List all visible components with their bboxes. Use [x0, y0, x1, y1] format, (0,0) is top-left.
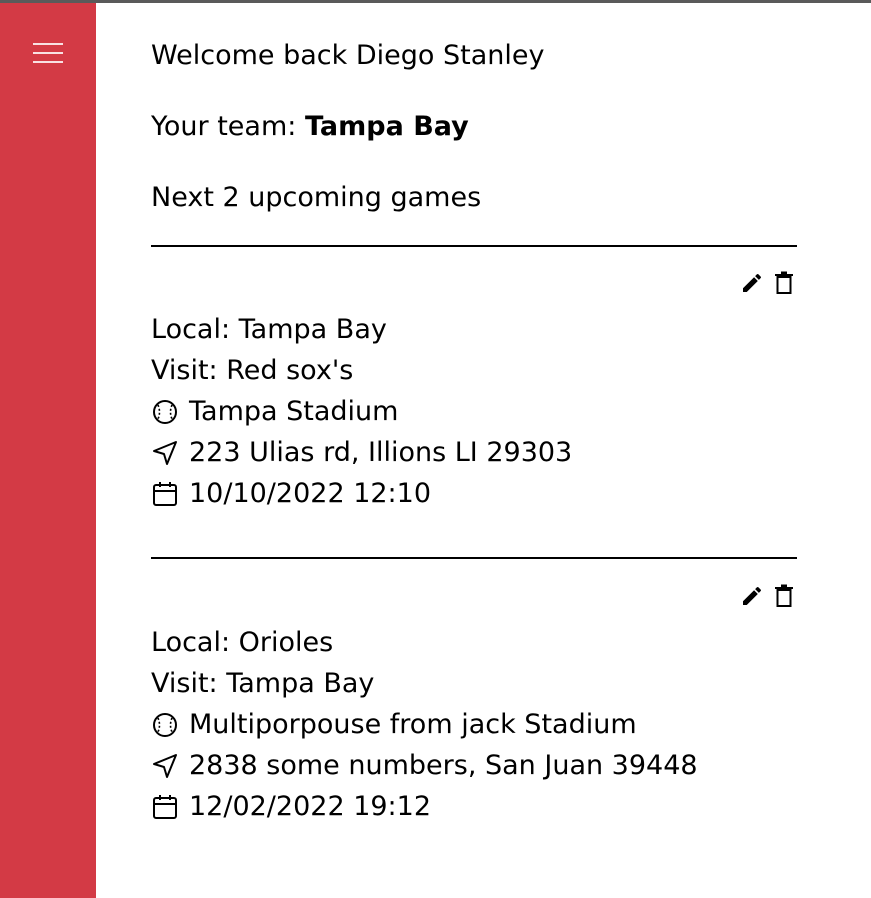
baseball-icon [151, 711, 179, 739]
game-local: Local: Tampa Bay [151, 314, 387, 345]
game-actions [739, 270, 797, 296]
team-label: Your team: [151, 111, 305, 142]
game-address-row: 223 Ulias rd, Illions LI 29303 [151, 436, 572, 470]
game-datetime-row: 12/02/2022 19:12 [151, 790, 431, 824]
game-local: Local: Orioles [151, 627, 334, 658]
game-visit: Visit: Tampa Bay [151, 668, 375, 699]
game-divider [151, 245, 797, 247]
menu-button[interactable] [28, 35, 68, 71]
game-datetime: 12/02/2022 19:12 [189, 791, 432, 822]
game-stadium: Multiporpouse from jack Stadium [189, 709, 637, 740]
game-stadium: Tampa Stadium [189, 396, 399, 427]
game-address: 2838 some numbers, San Juan 39448 [189, 750, 698, 781]
pencil-icon [743, 273, 762, 292]
welcome-message: Welcome back Diego Stanley [151, 40, 545, 71]
team-name: Tampa Bay [304, 111, 469, 142]
delete-game-button[interactable] [771, 270, 797, 296]
navigation-arrow-icon [151, 752, 179, 780]
game-actions [739, 583, 797, 609]
baseball-icon [151, 398, 179, 426]
trash-icon [775, 584, 793, 607]
navigation-arrow-icon [151, 439, 179, 467]
sidebar [0, 3, 96, 898]
hamburger-menu-icon [33, 43, 63, 63]
game-divider [151, 557, 797, 559]
trash-icon [775, 271, 793, 294]
calendar-icon [151, 793, 179, 821]
game-datetime-row: 10/10/2022 12:10 [151, 477, 431, 511]
window-top-border [0, 0, 871, 3]
game-visit: Visit: Red sox's [151, 355, 354, 386]
game-address: 223 Ulias rd, Illions LI 29303 [189, 437, 573, 468]
calendar-icon [151, 480, 179, 508]
team-info: Your team: Tampa Bay [151, 110, 469, 144]
pencil-icon [743, 586, 762, 605]
game-datetime: 10/10/2022 12:10 [189, 478, 432, 509]
delete-game-button[interactable] [771, 583, 797, 609]
game-address-row: 2838 some numbers, San Juan 39448 [151, 749, 698, 783]
edit-game-button[interactable] [739, 583, 765, 609]
upcoming-games-heading: Next 2 upcoming games [151, 182, 482, 213]
game-stadium-row: Tampa Stadium [151, 395, 398, 429]
game-stadium-row: Multiporpouse from jack Stadium [151, 708, 637, 742]
edit-game-button[interactable] [739, 270, 765, 296]
